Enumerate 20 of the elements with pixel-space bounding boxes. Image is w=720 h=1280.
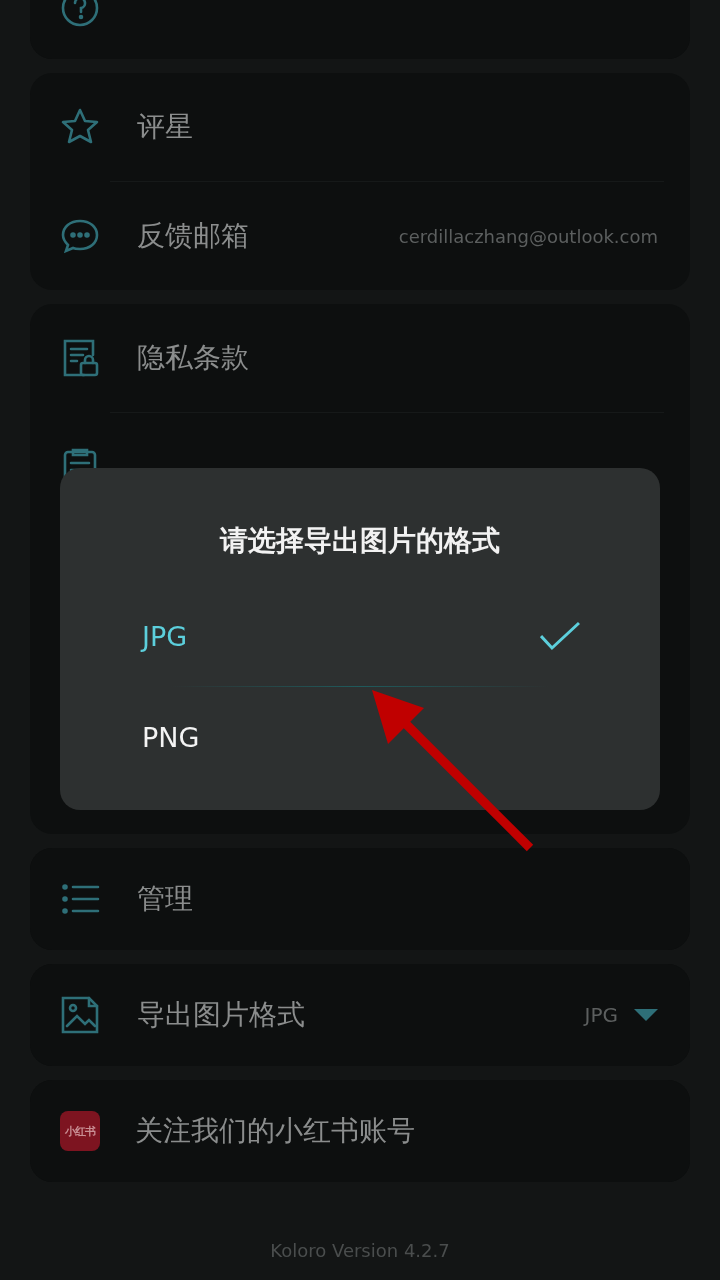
settings-row[interactable]: 隐私条款 bbox=[30, 307, 690, 409]
settings-row[interactable]: 评星 bbox=[30, 76, 690, 178]
format-option[interactable]: JPG bbox=[60, 586, 660, 686]
row-label: 导出图片格式 bbox=[137, 997, 306, 1033]
dropdown-caret-icon[interactable] bbox=[634, 1008, 658, 1022]
email-address: cerdillaczhang@outlook.com bbox=[398, 225, 658, 247]
app-logo-icon: 小红书 bbox=[60, 1111, 100, 1151]
row-label: 管理 bbox=[137, 881, 194, 917]
settings-row[interactable]: 反馈邮箱 cerdillaczhang@outlook.com bbox=[30, 185, 690, 287]
help-icon bbox=[60, 0, 100, 28]
row-label: 关注我们的小红书账号 bbox=[135, 1113, 416, 1149]
selected-format: JPG bbox=[584, 1003, 618, 1027]
format-option[interactable]: PNG bbox=[60, 687, 660, 787]
dialog-title: 请选择导出图片的格式 bbox=[218, 523, 501, 559]
row-label: 隐私条款 bbox=[137, 340, 250, 376]
row-label: 评星 bbox=[137, 109, 194, 145]
row-label: 反馈邮箱 bbox=[137, 218, 250, 254]
checkmark-icon bbox=[540, 621, 580, 651]
image-icon bbox=[60, 995, 100, 1035]
version-label: Koloro Version 4.2.7 bbox=[269, 1240, 451, 1261]
